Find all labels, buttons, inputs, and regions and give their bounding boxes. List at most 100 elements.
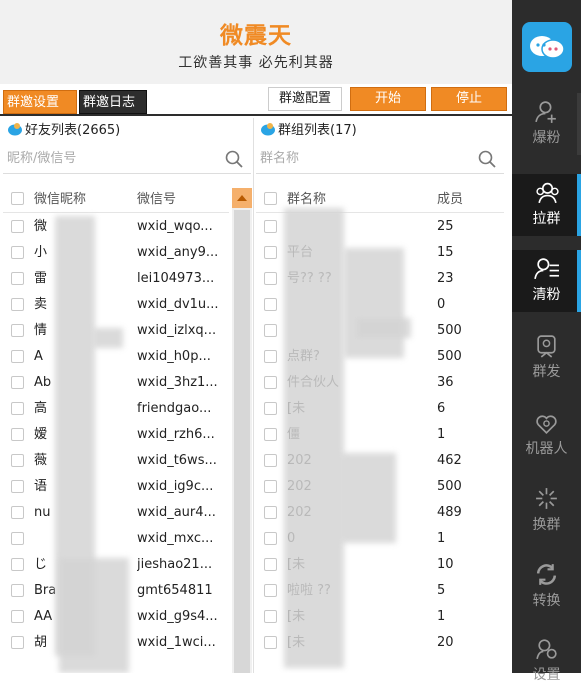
row-checkbox[interactable]	[264, 506, 277, 519]
search-icon[interactable]	[225, 150, 243, 168]
row-checkbox[interactable]	[11, 584, 24, 597]
panel-divider	[253, 118, 254, 673]
group-member-count: 25	[437, 219, 454, 234]
row-checkbox[interactable]	[11, 610, 24, 623]
row-checkbox[interactable]	[11, 506, 24, 519]
group-member-count: 500	[437, 349, 462, 364]
sidebar-item-label: 转换	[532, 593, 561, 609]
friend-wxid: friendgao...	[137, 401, 212, 416]
search-icon[interactable]	[478, 150, 496, 168]
sidebar-item-group[interactable]: 拉群	[512, 174, 581, 236]
row-checkbox[interactable]	[264, 428, 277, 441]
row-checkbox[interactable]	[11, 350, 24, 363]
tab-invite-settings[interactable]: 群邀设置	[3, 90, 77, 114]
row-checkbox[interactable]	[11, 298, 24, 311]
row-checkbox[interactable]	[264, 532, 277, 545]
friend-wxid: wxid_aur4...	[137, 505, 216, 520]
groups-search-input[interactable]	[256, 145, 464, 171]
sidebar-item-sparkle[interactable]: 换群	[512, 480, 581, 542]
group-member-count: 36	[437, 375, 454, 390]
row-checkbox[interactable]	[264, 220, 277, 233]
friends-table-header: 微信昵称 微信号	[3, 188, 229, 213]
scroll-up-arrow-icon[interactable]	[232, 188, 252, 208]
row-checkbox[interactable]	[11, 220, 24, 233]
sidebar-item-robot[interactable]: 机器人	[512, 404, 581, 466]
sidebar-item-label: 爆粉	[532, 130, 561, 146]
row-checkbox[interactable]	[11, 246, 24, 259]
main-area: 微震天 工欲善其事 必先利其器 群邀设置 群邀日志 群邀配置 开始 停止 好友列…	[0, 0, 512, 673]
row-checkbox[interactable]	[11, 532, 24, 545]
friend-wxid: wxid_rzh6...	[137, 427, 215, 442]
group-member-count: 500	[437, 323, 462, 338]
groups-list-icon	[261, 123, 275, 136]
groups-search	[256, 145, 504, 174]
friend-wxid: wxid_izlxq...	[137, 323, 217, 338]
row-checkbox[interactable]	[264, 636, 277, 649]
row-checkbox[interactable]	[11, 428, 24, 441]
tab-invite-log[interactable]: 群邀日志	[79, 90, 147, 114]
group-member-count: 1	[437, 609, 446, 624]
row-checkbox[interactable]	[11, 558, 24, 571]
row-checkbox[interactable]	[264, 246, 277, 259]
user-plus-icon	[534, 101, 556, 123]
row-checkbox[interactable]	[264, 350, 277, 363]
group-member-count: 489	[437, 505, 462, 520]
row-checkbox[interactable]	[11, 480, 24, 493]
sidebar-item-convert[interactable]: 转换	[512, 556, 581, 618]
sidebar: 爆粉 拉群 清粉 群发 机器人 换群 转换 设置	[512, 0, 581, 683]
sidebar-item-label: 换群	[532, 517, 561, 533]
friend-wxid: wxid_1wci...	[137, 635, 216, 650]
row-checkbox[interactable]	[264, 272, 277, 285]
friends-search-input[interactable]	[3, 145, 211, 171]
row-checkbox[interactable]	[264, 584, 277, 597]
privacy-blur	[356, 318, 411, 338]
app-logo	[522, 22, 572, 72]
friend-wxid: wxid_t6ws...	[137, 453, 217, 468]
start-button[interactable]: 开始	[350, 87, 426, 111]
friend-wxid: wxid_h0p...	[137, 349, 211, 364]
row-checkbox[interactable]	[11, 272, 24, 285]
sparkle-icon	[535, 488, 557, 509]
select-all-checkbox[interactable]	[264, 192, 277, 205]
friends-scrollbar[interactable]	[232, 188, 252, 673]
friend-wxid: lei104973...	[137, 271, 215, 286]
select-all-checkbox[interactable]	[11, 192, 24, 205]
row-checkbox[interactable]	[264, 454, 277, 467]
sidebar-item-user-plus[interactable]: 爆粉	[512, 93, 581, 155]
row-checkbox[interactable]	[264, 480, 277, 493]
invite-config-button[interactable]: 群邀配置	[268, 87, 342, 111]
sidebar-item-label: 机器人	[525, 441, 568, 457]
row-checkbox[interactable]	[264, 324, 277, 337]
friends-title: 好友列表(2665)	[7, 121, 120, 141]
friends-search	[3, 145, 251, 174]
friend-wxid: wxid_3hz1...	[137, 375, 218, 390]
row-checkbox[interactable]	[11, 402, 24, 415]
sidebar-item-gear[interactable]: 设置	[512, 630, 581, 692]
row-checkbox[interactable]	[264, 376, 277, 389]
row-checkbox[interactable]	[11, 376, 24, 389]
stop-button[interactable]: 停止	[431, 87, 507, 111]
sidebar-item-label: 群发	[532, 364, 561, 380]
privacy-blur	[344, 248, 404, 358]
sidebar-item-broadcast[interactable]: 群发	[512, 327, 581, 389]
row-checkbox[interactable]	[264, 402, 277, 415]
friend-wxid: wxid_ig9c...	[137, 479, 214, 494]
friends-list-icon	[8, 123, 22, 136]
row-checkbox[interactable]	[264, 298, 277, 311]
friend-wxid: wxid_any9...	[137, 245, 219, 260]
sidebar-item-user-list[interactable]: 清粉	[512, 250, 581, 312]
groups-title-text: 群组列表(17)	[278, 123, 357, 138]
group-member-count: 10	[437, 557, 454, 572]
row-checkbox[interactable]	[11, 324, 24, 337]
friend-wxid: wxid_g9s4...	[137, 609, 218, 624]
friend-wxid: wxid_mxc...	[137, 531, 214, 546]
friends-title-text: 好友列表(2665)	[25, 123, 121, 138]
group-member-count: 20	[437, 635, 454, 650]
friend-wxid: wxid_wqo...	[137, 219, 213, 234]
row-checkbox[interactable]	[11, 454, 24, 467]
scroll-thumb[interactable]	[234, 210, 250, 673]
row-checkbox[interactable]	[11, 636, 24, 649]
row-checkbox[interactable]	[264, 558, 277, 571]
group-member-count: 5	[437, 583, 446, 598]
row-checkbox[interactable]	[264, 610, 277, 623]
